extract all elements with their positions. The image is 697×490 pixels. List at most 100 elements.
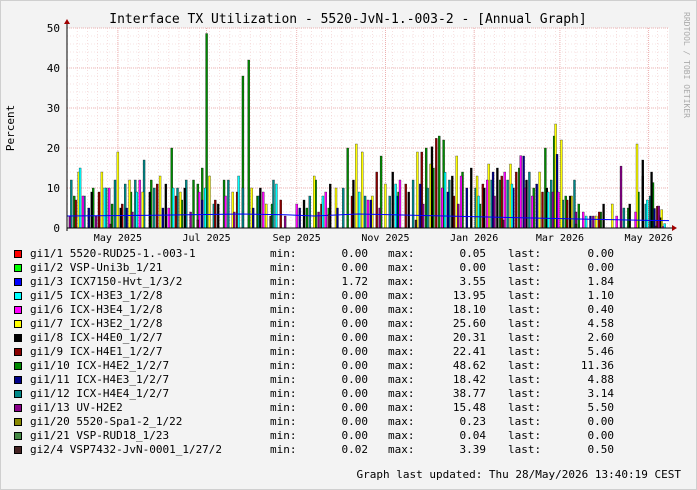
series-gi1-9-bar bbox=[97, 191, 101, 229]
legend-swatch bbox=[14, 432, 22, 440]
legend-swatch bbox=[14, 348, 22, 356]
series-gi1-13-bar bbox=[283, 215, 287, 229]
series-gi1-8-bar bbox=[391, 171, 394, 229]
series-gi1-5-bar bbox=[203, 187, 207, 229]
last-label: last: bbox=[508, 303, 542, 316]
series-gi1-12-bar bbox=[272, 179, 275, 229]
series-gi1-8-bar bbox=[470, 167, 473, 229]
series-gi1-12-bar bbox=[153, 187, 156, 229]
last-value: 0.40 bbox=[587, 303, 615, 316]
series-gi1-9-bar bbox=[566, 199, 569, 229]
series-gi1-8-bar bbox=[164, 183, 168, 229]
y-axis-arrow bbox=[64, 19, 70, 24]
last-value: 4.88 bbox=[587, 373, 615, 386]
series-gi1-8-bar bbox=[496, 167, 499, 229]
legend-swatch bbox=[14, 446, 22, 454]
legend-row: gi1/13 UV-H2E2 min: 0.00 max: 15.48 last: 5.50 bbox=[14, 401, 674, 415]
series-gi1-11-bar bbox=[87, 207, 90, 229]
series-gi1-8-bar bbox=[451, 175, 454, 229]
last-value: 1.10 bbox=[587, 289, 615, 302]
series-gi1-7-bar bbox=[611, 203, 614, 229]
x-axis-arrow bbox=[672, 225, 677, 231]
series-gi1-10-bar bbox=[305, 207, 309, 229]
series-gi1-5-bar bbox=[321, 195, 325, 229]
series-gi1-6-bar bbox=[615, 215, 618, 229]
min-value: 0.00 bbox=[341, 317, 369, 330]
max-value: 18.42 bbox=[452, 373, 486, 386]
series-gi2-4-bar bbox=[109, 223, 112, 229]
last-value: 2.60 bbox=[587, 331, 615, 344]
max-label: max: bbox=[388, 317, 415, 330]
legend-series-name: gi1/12 ICX-H4E4_1/2/7 bbox=[30, 387, 170, 400]
max-value: 18.10 bbox=[452, 303, 486, 316]
legend-row: gi2/4 VSP7432-JvN-0001_1/27/2 min: 0.02 max… bbox=[14, 443, 674, 457]
series-gi1-6-bar bbox=[138, 179, 141, 229]
legend-row: gi1/21 VSP-RUD18_1/23 min: 0.00 max: 0.04 las… bbox=[14, 429, 674, 443]
min-value: 0.00 bbox=[341, 289, 369, 302]
series-gi1-7-bar bbox=[265, 203, 268, 229]
series-gi1-5-bar bbox=[646, 199, 649, 229]
legend-swatch bbox=[14, 334, 22, 342]
min-value: 0.00 bbox=[341, 331, 369, 344]
series-gi1-8-bar bbox=[602, 203, 605, 229]
series-gi1-12-bar bbox=[113, 179, 117, 229]
series-gi1-12-bar bbox=[241, 187, 245, 229]
series-gi1-6-bar bbox=[108, 187, 111, 229]
last-label: last: bbox=[508, 387, 542, 400]
y-tick-label: 0 bbox=[53, 222, 60, 235]
legend-series-name: gi1/11 ICX-H4E3_1/2/7 bbox=[30, 373, 170, 386]
legend-swatch bbox=[14, 362, 22, 370]
series-gi1-11-bar bbox=[465, 187, 469, 229]
series-gi1-6-bar bbox=[295, 203, 298, 229]
series-gi1-11-bar bbox=[201, 199, 204, 229]
series-gi1-11-bar bbox=[251, 207, 255, 229]
legend-row: gi1/1 5520-RUD25-1.-003-1 min: 0.00 max: 0.0… bbox=[14, 247, 674, 261]
series-gi1-11-bar bbox=[125, 207, 128, 229]
series-gi1-13-bar bbox=[592, 215, 595, 229]
series-gi1-11-bar bbox=[535, 183, 538, 229]
max-label: max: bbox=[388, 261, 415, 274]
legend-swatch bbox=[14, 278, 22, 286]
last-label: last: bbox=[508, 317, 542, 330]
y-tick-label: 50 bbox=[47, 22, 60, 35]
series-gi1-5-bar bbox=[171, 187, 175, 229]
series-gi1-6-bar bbox=[398, 179, 402, 229]
graph-last-updated: Graph last updated: Thu 28/May/2026 13:4… bbox=[356, 468, 681, 481]
min-label: min: bbox=[270, 401, 297, 414]
max-value: 3.55 bbox=[459, 275, 487, 288]
legend-swatch bbox=[14, 320, 22, 328]
series-gi1-12-bar bbox=[342, 187, 345, 229]
legend-row: gi1/7 ICX-H3E2_1/2/8 min: 0.00 max: 25.60 las… bbox=[14, 317, 674, 331]
series-gi1-7-bar bbox=[141, 191, 144, 229]
min-value: 0.00 bbox=[341, 429, 369, 442]
series-gi1-11-bar bbox=[336, 207, 339, 229]
series-gi1-12-bar bbox=[506, 179, 509, 229]
min-label: min: bbox=[270, 429, 297, 442]
max-label: max: bbox=[388, 289, 415, 302]
series-gi1-8-bar bbox=[302, 199, 306, 229]
series-gi1-8-bar bbox=[650, 171, 653, 229]
last-value: 0.50 bbox=[587, 443, 615, 456]
series-gi1-13-bar bbox=[378, 207, 381, 229]
max-value: 13.95 bbox=[452, 289, 486, 302]
series-gi1-7-bar bbox=[313, 175, 316, 229]
last-label: last: bbox=[508, 275, 542, 288]
max-label: max: bbox=[388, 401, 415, 414]
legend-row: gi1/20 5520-Spa1-2_1/22 min: 0.00 max: 0.23 l… bbox=[14, 415, 674, 429]
min-label: min: bbox=[270, 345, 297, 358]
min-value: 0.02 bbox=[341, 443, 369, 456]
min-value: 0.00 bbox=[341, 345, 369, 358]
max-value: 20.31 bbox=[452, 331, 486, 344]
series-gi1-13-bar bbox=[68, 215, 72, 229]
last-label: last: bbox=[508, 345, 542, 358]
series-gi1-12-bar bbox=[528, 171, 531, 229]
min-value: 0.00 bbox=[341, 247, 369, 260]
min-value: 0.00 bbox=[341, 261, 369, 274]
max-value: 48.62 bbox=[452, 359, 486, 372]
last-label: last: bbox=[508, 261, 542, 274]
chart-title: Interface TX Utilization - 5520-JvN-1.-0… bbox=[109, 12, 586, 27]
series-gi1-9-bar bbox=[515, 171, 518, 229]
series-gi1-13-bar bbox=[619, 165, 623, 229]
series-gi1-12-bar bbox=[308, 195, 311, 229]
y-axis-label: Percent bbox=[4, 105, 17, 151]
